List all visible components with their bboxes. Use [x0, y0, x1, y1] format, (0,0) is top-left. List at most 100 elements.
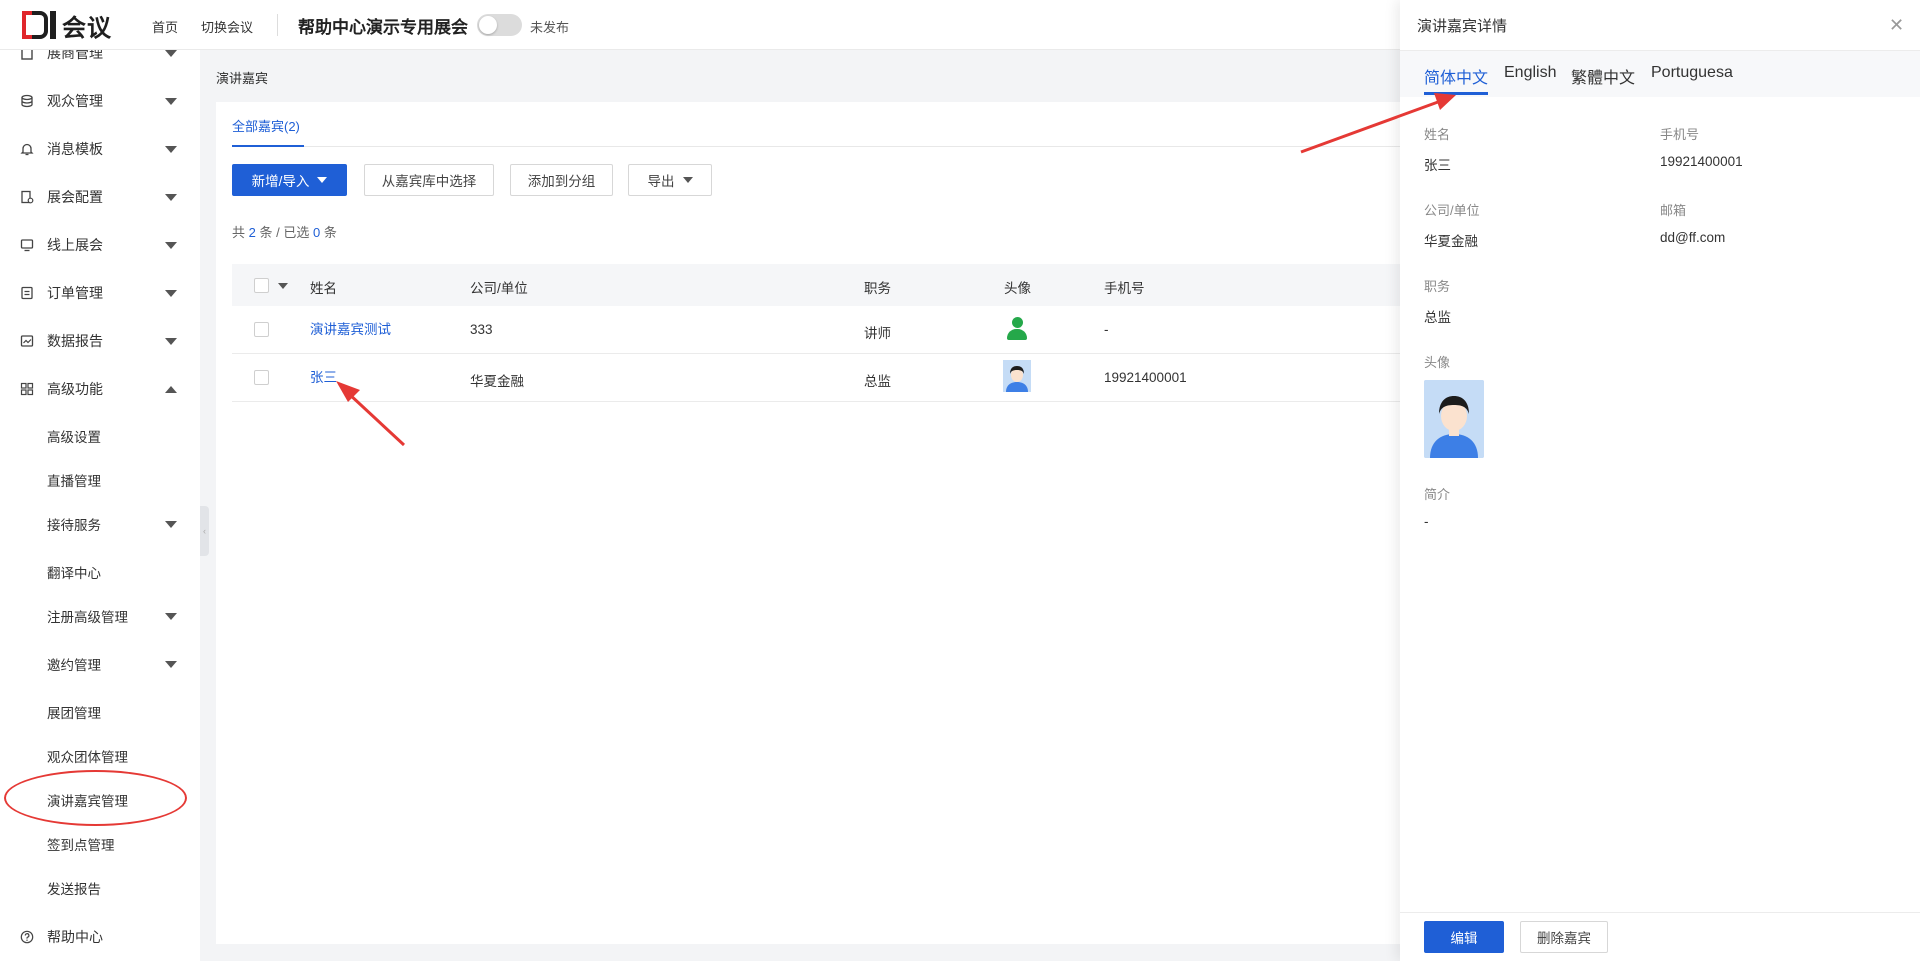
annotation-circle — [4, 770, 187, 826]
header-divider — [277, 14, 278, 36]
row-checkbox[interactable] — [254, 370, 269, 385]
field-label-phone: 手机号 — [1660, 127, 1700, 142]
nav-home-link[interactable]: 首页 — [152, 17, 178, 36]
sidebar-item-label: 数据报告 — [47, 333, 103, 349]
table-row[interactable] — [232, 354, 1406, 402]
column-header-title: 职务 — [864, 281, 891, 296]
field-label-avatar: 头像 — [1424, 355, 1451, 370]
field-value-phone: 19921400001 — [1660, 154, 1743, 169]
breadcrumb: 演讲嘉宾 — [216, 71, 269, 86]
logo[interactable]: 会议 — [22, 11, 112, 42]
delete-speaker-button[interactable]: 删除嘉宾 — [1520, 921, 1608, 953]
edit-button[interactable]: 编辑 — [1424, 921, 1504, 953]
sidebar-subitem-invitation[interactable]: 邀约管理 — [0, 649, 200, 679]
column-header-company: 公司/单位 — [470, 281, 528, 296]
add-to-group-button[interactable]: 添加到分组 — [510, 164, 613, 196]
sidebar-item-visitors[interactable]: 观众管理 — [0, 86, 200, 116]
tab-all-speakers[interactable]: 全部嘉宾(2) — [232, 116, 300, 135]
sidebar-item-advanced[interactable]: 高级功能 — [0, 374, 200, 404]
close-icon[interactable]: ✕ — [1889, 16, 1904, 34]
content-card — [216, 102, 1406, 944]
sidebar-subitem-label: 发送报告 — [47, 882, 101, 897]
speaker-avatar — [1003, 360, 1031, 392]
drawer-title: 演讲嘉宾详情 — [1417, 18, 1508, 35]
sidebar-item-data-reports[interactable]: 数据报告 — [0, 326, 200, 356]
sidebar-subitem-label: 接待服务 — [47, 518, 101, 533]
sidebar-subitem-registration-advanced[interactable]: 注册高级管理 — [0, 601, 200, 631]
tab-active-indicator — [232, 145, 304, 147]
row-checkbox[interactable] — [254, 322, 269, 337]
button-label: 从嘉宾库中选择 — [381, 174, 477, 189]
chart-icon — [19, 333, 35, 349]
speaker-name-link[interactable]: 演讲嘉宾测试 — [310, 318, 391, 338]
bell-icon — [19, 141, 35, 157]
sidebar-subitem-reception[interactable]: 接待服务 — [0, 509, 200, 539]
chevron-down-icon — [165, 97, 177, 105]
nav-switch-meeting-link[interactable]: 切换会议 — [201, 17, 253, 36]
sidebar-item-message-templates[interactable]: 消息模板 — [0, 134, 200, 164]
sidebar-item-label: 消息模板 — [47, 141, 103, 157]
publish-status: 未发布 — [530, 20, 570, 35]
chevron-down-icon — [165, 660, 177, 668]
speaker-title: 总监 — [864, 374, 891, 389]
field-value-position: 总监 — [1424, 310, 1451, 325]
drawer-footer-divider — [1400, 912, 1920, 913]
sidebar-collapse-handle[interactable]: ‹ — [200, 506, 209, 556]
select-from-library-button[interactable]: 从嘉宾库中选择 — [364, 164, 494, 196]
speaker-phone: 19921400001 — [1104, 370, 1187, 385]
speaker-name-link[interactable]: 张三 — [310, 366, 337, 386]
field-value-email: dd@ff.com — [1660, 230, 1726, 245]
sidebar-item-label: 观众管理 — [47, 93, 103, 109]
chevron-down-icon — [165, 337, 177, 345]
tab-lang-portuguese[interactable]: Portuguesa — [1651, 64, 1733, 82]
toggle-knob — [479, 16, 497, 34]
list-doc-icon — [19, 285, 35, 301]
field-label-email: 邮箱 — [1660, 203, 1687, 218]
sidebar-subitem-delegation[interactable]: 展团管理 — [0, 697, 200, 727]
sidebar-item-help[interactable]: 帮助中心 — [0, 922, 200, 952]
sidebar-item-label: 高级功能 — [47, 381, 103, 397]
publish-toggle[interactable] — [477, 14, 522, 36]
sidebar-subitem-translation[interactable]: 翻译中心 — [0, 557, 200, 587]
tab-active-indicator — [1424, 92, 1488, 95]
chevron-down-icon — [165, 241, 177, 249]
chevron-down-icon — [165, 50, 177, 57]
field-value-bio: - — [1424, 514, 1429, 529]
sidebar-item-online-exhibition[interactable]: 线上展会 — [0, 230, 200, 260]
sidebar-item-label: 订单管理 — [47, 285, 103, 301]
field-value-company: 华夏金融 — [1424, 234, 1478, 249]
tab-divider — [232, 146, 1406, 147]
tab-lang-english[interactable]: English — [1504, 64, 1556, 82]
speaker-company: 333 — [470, 322, 493, 337]
chevron-down-icon — [165, 520, 177, 528]
select-menu-caret-icon[interactable] — [278, 283, 288, 289]
count-total: 2 — [248, 225, 256, 240]
column-header-phone: 手机号 — [1104, 281, 1145, 296]
sidebar-item-exhibition-config[interactable]: 展会配置 — [0, 182, 200, 212]
sidebar-subitem-advanced-settings[interactable]: 高级设置 — [0, 421, 200, 451]
sidebar-subitem-send-report[interactable]: 发送报告 — [0, 873, 200, 903]
button-label: 编辑 — [1450, 931, 1478, 946]
tab-lang-simplified-chinese[interactable]: 简体中文 — [1424, 64, 1488, 88]
field-label-position: 职务 — [1424, 279, 1451, 294]
sidebar-subitem-label: 翻译中心 — [47, 566, 101, 581]
table-header — [232, 264, 1406, 306]
button-label: 新增/导入 — [251, 174, 310, 189]
sidebar-subitem-checkin-points[interactable]: 签到点管理 — [0, 829, 200, 859]
speaker-title: 讲师 — [864, 326, 891, 341]
logo-text: 会议 — [62, 14, 112, 42]
tab-lang-traditional-chinese[interactable]: 繁體中文 — [1571, 64, 1635, 88]
sidebar-item-exhibitors[interactable]: 展商管理 — [0, 50, 200, 68]
sidebar-item-orders[interactable]: 订单管理 — [0, 278, 200, 308]
add-import-button[interactable]: 新增/导入 — [232, 164, 347, 196]
select-all-checkbox[interactable] — [254, 278, 269, 293]
sidebar-subitem-live[interactable]: 直播管理 — [0, 465, 200, 495]
sidebar-subitem-visitor-groups[interactable]: 观众团体管理 — [0, 741, 200, 771]
export-button[interactable]: 导出 — [628, 164, 712, 196]
chevron-down-icon — [165, 193, 177, 201]
field-label-name: 姓名 — [1424, 127, 1451, 142]
table-row[interactable] — [232, 306, 1406, 354]
count-prefix: 共 — [232, 225, 246, 240]
sidebar-subitem-label: 展团管理 — [47, 706, 101, 721]
field-value-name: 张三 — [1424, 158, 1451, 173]
